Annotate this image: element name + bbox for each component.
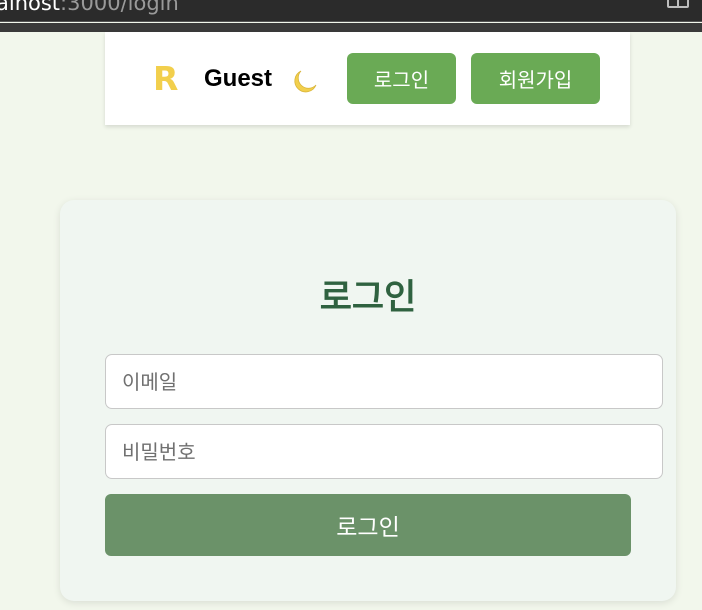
password-field[interactable]	[105, 424, 663, 479]
login-card: 로그인 로그인	[60, 200, 676, 601]
email-field[interactable]	[105, 354, 663, 409]
nav-signup-button[interactable]: 회원가입	[471, 53, 600, 104]
page-title: 로그인	[319, 278, 417, 318]
browser-address-bar[interactable]: alhost:3000/login	[0, 0, 702, 22]
navbar: R Guest 로그인 회원가입	[105, 32, 630, 125]
logo[interactable]: R	[153, 58, 178, 100]
nav-login-button[interactable]: 로그인	[347, 53, 456, 104]
url-text[interactable]: alhost:3000/login	[0, 0, 179, 16]
user-name: Guest	[204, 65, 273, 92]
split-view-icon[interactable]	[667, 0, 689, 8]
url-host: alhost	[0, 0, 61, 15]
moon-icon[interactable]	[291, 68, 319, 94]
url-path: :3000/login	[60, 0, 179, 15]
browser-toolbar-edge	[0, 23, 702, 32]
login-submit-button[interactable]: 로그인	[105, 494, 631, 556]
